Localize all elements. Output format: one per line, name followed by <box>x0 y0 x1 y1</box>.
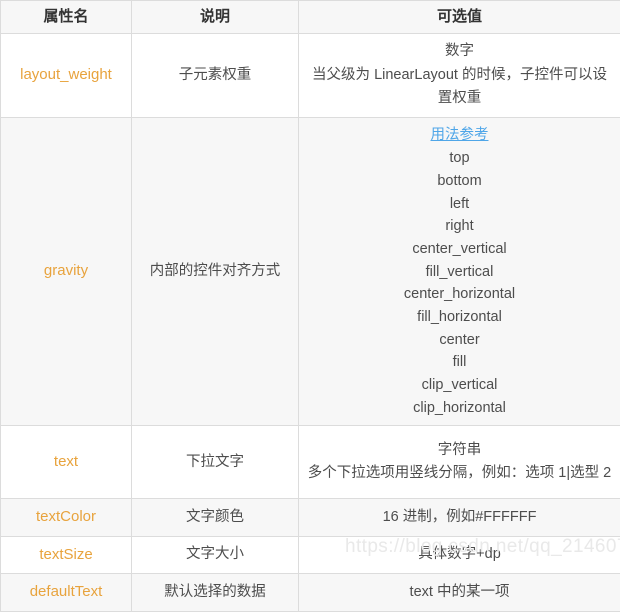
gravity-value-item: fill_horizontal <box>307 306 612 329</box>
optional-values-cell: text 中的某一项 <box>299 574 620 611</box>
description-cell: 内部的控件对齐方式 <box>132 117 299 426</box>
value-lines: 字符串 多个下拉选项用竖线分隔，例如：选项 1|选型 2 <box>307 439 612 486</box>
value-line: 数字 <box>307 40 612 63</box>
attribute-name-text: text <box>54 453 78 470</box>
table-row: text 下拉文字 字符串 多个下拉选项用竖线分隔，例如：选项 1|选型 2 <box>1 426 620 499</box>
gravity-value-list: top bottom left right center_vertical fi… <box>307 147 612 419</box>
value-lines: 数字 当父级为 LinearLayout 的时候，子控件可以设置权重 <box>307 40 612 110</box>
description-cell: 默认选择的数据 <box>132 574 299 611</box>
gravity-value-item: right <box>307 215 612 238</box>
attribute-name-layout-weight: layout_weight <box>20 66 112 83</box>
attribute-name-cell: textSize <box>1 536 132 573</box>
attribute-name-cell: text <box>1 426 132 499</box>
column-header-optional-values: 可选值 <box>299 1 620 34</box>
optional-values-cell: 用法参考 top bottom left right center_vertic… <box>299 117 620 426</box>
value-line: 字符串 <box>307 439 612 462</box>
attribute-name-gravity: gravity <box>44 262 88 279</box>
description-cell: 文字颜色 <box>132 499 299 536</box>
attribute-name-cell: layout_weight <box>1 34 132 117</box>
attribute-name-cell: gravity <box>1 117 132 426</box>
description-cell: 文字大小 <box>132 536 299 573</box>
attribute-table: 属性名 说明 可选值 layout_weight 子元素权重 数字 当父级为 L… <box>0 0 620 612</box>
description-cell: 子元素权重 <box>132 34 299 117</box>
attribute-name-default-text: defaultText <box>30 583 103 600</box>
optional-values-cell: 具体数字+dp <box>299 536 620 573</box>
optional-values-cell: 16 进制，例如#FFFFFF <box>299 499 620 536</box>
table-body: layout_weight 子元素权重 数字 当父级为 LinearLayout… <box>1 34 620 612</box>
attribute-name-cell: textColor <box>1 499 132 536</box>
table-row: defaultText 默认选择的数据 text 中的某一项 <box>1 574 620 611</box>
attribute-name-cell: defaultText <box>1 574 132 611</box>
optional-values-cell: 字符串 多个下拉选项用竖线分隔，例如：选项 1|选型 2 <box>299 426 620 499</box>
gravity-value-item: top <box>307 147 612 170</box>
optional-values-cell: 数字 当父级为 LinearLayout 的时候，子控件可以设置权重 <box>299 34 620 117</box>
value-line: 多个下拉选项用竖线分隔，例如：选项 1|选型 2 <box>307 462 612 485</box>
gravity-value-item: fill_vertical <box>307 261 612 284</box>
gravity-value-item: clip_horizontal <box>307 397 612 420</box>
gravity-value-item: center_vertical <box>307 238 612 261</box>
attribute-name-text-size: textSize <box>39 546 92 563</box>
table-header-row: 属性名 说明 可选值 <box>1 1 620 34</box>
gravity-value-item: left <box>307 193 612 216</box>
description-cell: 下拉文字 <box>132 426 299 499</box>
value-line: 当父级为 LinearLayout 的时候，子控件可以设置权重 <box>307 64 612 111</box>
column-header-description: 说明 <box>132 1 299 34</box>
gravity-value-item: center_horizontal <box>307 283 612 306</box>
gravity-value-item: clip_vertical <box>307 374 612 397</box>
attribute-table-container: 属性名 说明 可选值 layout_weight 子元素权重 数字 当父级为 L… <box>0 0 620 569</box>
table-row: textSize 文字大小 具体数字+dp <box>1 536 620 573</box>
table-row: textColor 文字颜色 16 进制，例如#FFFFFF <box>1 499 620 536</box>
gravity-value-item: bottom <box>307 170 612 193</box>
table-row: layout_weight 子元素权重 数字 当父级为 LinearLayout… <box>1 34 620 117</box>
table-row: gravity 内部的控件对齐方式 用法参考 top bottom left r… <box>1 117 620 426</box>
attribute-name-text-color: textColor <box>36 508 96 525</box>
gravity-value-item: fill <box>307 351 612 374</box>
table-header: 属性名 说明 可选值 <box>1 1 620 34</box>
column-header-attribute-name: 属性名 <box>1 1 132 34</box>
usage-reference-link[interactable]: 用法参考 <box>307 124 612 147</box>
gravity-value-item: center <box>307 329 612 352</box>
